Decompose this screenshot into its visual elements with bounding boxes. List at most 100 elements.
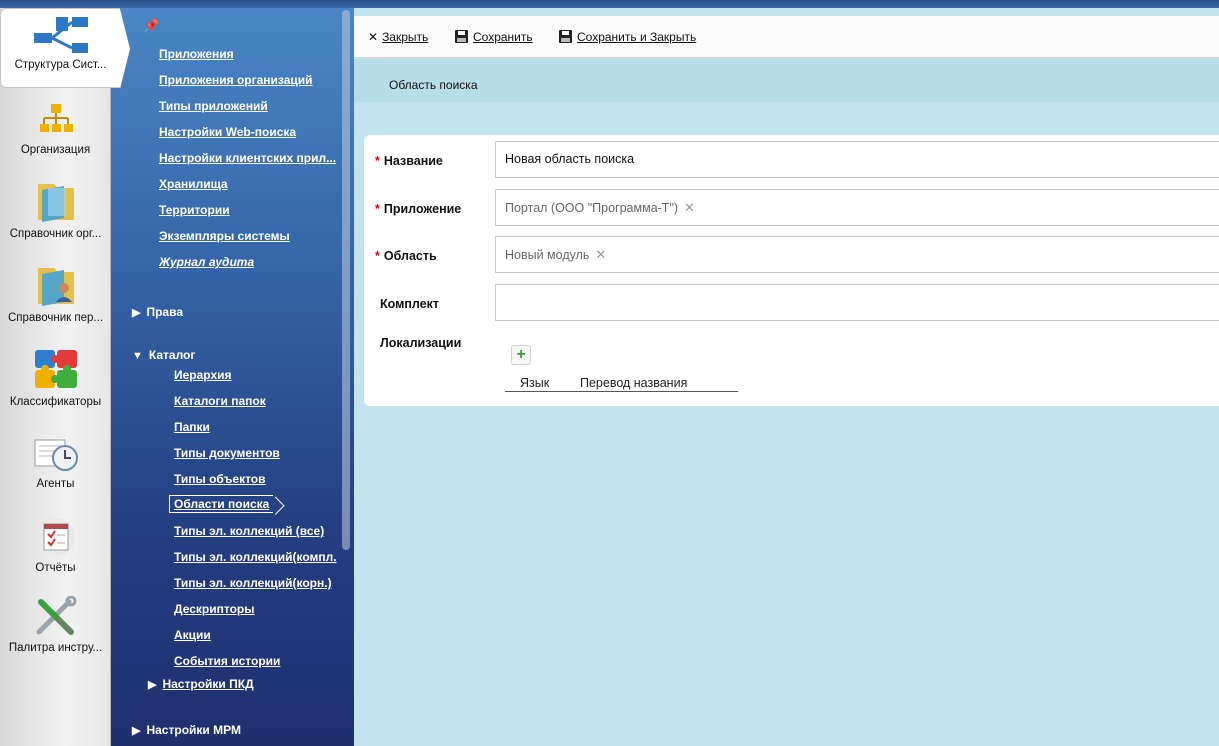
add-localization-button[interactable]: + bbox=[511, 345, 531, 365]
application-chip: Портал (ООО "Программа-Т") ✕ bbox=[505, 200, 695, 215]
nav-link-collection-types-all[interactable]: Типы эл. коллекций (все) bbox=[174, 524, 324, 538]
rail-item-system-structure[interactable]: Структура Сист... bbox=[0, 8, 130, 89]
collapse-arrow-icon: ▼ bbox=[132, 350, 143, 362]
search-area-form: * Название Новая область поиска * Приложен… bbox=[364, 135, 1219, 406]
column-header-language[interactable]: Язык bbox=[520, 376, 549, 390]
rail-item-label: Структура Сист... bbox=[14, 59, 107, 71]
personnel-directory-icon bbox=[37, 268, 74, 306]
rail-item-org-directory[interactable]: Справочник орг... bbox=[0, 178, 111, 240]
application-label-text: Приложение bbox=[383, 202, 462, 216]
area-chip: Новый модуль ✕ bbox=[505, 247, 606, 262]
main-panel: ✕ Закрыть Сохранить Сохранить и Закрыть О… bbox=[354, 8, 1219, 746]
localizations-label: Локализации bbox=[380, 336, 462, 350]
system-structure-icon bbox=[33, 17, 88, 53]
floppy-disk-icon bbox=[455, 30, 468, 43]
kit-label: Комплект bbox=[380, 297, 440, 311]
nav-link-hierarchy[interactable]: Иерархия bbox=[174, 368, 232, 382]
name-label: * Название bbox=[375, 154, 443, 168]
agents-icon bbox=[34, 439, 78, 471]
nav-section-pkd-settings[interactable]: ▶ Настройки ПКД bbox=[148, 677, 254, 691]
area-field[interactable]: Новый модуль ✕ bbox=[495, 236, 1219, 273]
kit-field[interactable] bbox=[495, 284, 1219, 321]
nav-link-org-applications[interactable]: Приложения организаций bbox=[159, 73, 313, 87]
application-chip-text: Портал (ООО "Программа-Т") bbox=[505, 201, 679, 215]
close-button[interactable]: ✕ Закрыть bbox=[368, 30, 428, 44]
expand-arrow-icon: ▶ bbox=[132, 725, 141, 737]
required-marker: * bbox=[375, 249, 380, 263]
nav-section-mrm-settings[interactable]: ▶ Настройки МРМ bbox=[132, 723, 241, 737]
name-label-text: Название bbox=[383, 154, 443, 168]
nav-link-client-app-settings[interactable]: Настройки клиентских прил... bbox=[159, 151, 336, 165]
classifiers-icon bbox=[34, 350, 77, 388]
rail-item-label: Агенты bbox=[36, 478, 75, 490]
localizations-table-header: Язык Перевод названия bbox=[505, 376, 738, 392]
close-button-label: Закрыть bbox=[382, 30, 429, 44]
rail-item-label: Справочник орг... bbox=[9, 228, 102, 240]
nav-section-label: Настройки ПКД bbox=[162, 677, 254, 691]
rail-item-label: Отчёты bbox=[35, 562, 76, 574]
application-field[interactable]: Портал (ООО "Программа-Т") ✕ bbox=[495, 189, 1219, 226]
organization-icon bbox=[39, 104, 73, 132]
nav-link-search-areas[interactable]: Области поиска bbox=[169, 495, 274, 513]
area-label: * Область bbox=[375, 249, 437, 263]
breadcrumb-band bbox=[354, 59, 1219, 102]
breadcrumb: Область поиска bbox=[389, 78, 478, 92]
nav-link-document-types[interactable]: Типы документов bbox=[174, 446, 280, 460]
nav-link-collection-types-root[interactable]: Типы эл. коллекций(корн.) bbox=[174, 576, 332, 590]
rail-item-agents[interactable]: Агенты bbox=[0, 434, 111, 490]
required-marker: * bbox=[375, 202, 380, 216]
nav-section-label: Настройки МРМ bbox=[146, 723, 241, 737]
required-marker: * bbox=[375, 154, 380, 168]
close-icon: ✕ bbox=[368, 30, 379, 44]
nav-scrollbar[interactable] bbox=[342, 10, 350, 550]
pin-icon[interactable]: 📌 bbox=[143, 18, 159, 34]
expand-arrow-icon: ▶ bbox=[132, 307, 141, 319]
module-rail: Структура Сист... Организация Справочник… bbox=[0, 8, 130, 746]
rail-item-reports[interactable]: Отчёты bbox=[0, 516, 111, 574]
rail-item-tools-palette[interactable]: Палитра инстру... bbox=[0, 596, 111, 654]
nav-link-system-instances[interactable]: Экземпляры системы bbox=[159, 229, 290, 243]
nav-link-folders[interactable]: Папки bbox=[174, 420, 210, 434]
nav-link-object-types[interactable]: Типы объектов bbox=[174, 472, 266, 486]
nav-link-storages[interactable]: Хранилища bbox=[159, 177, 228, 191]
nav-link-collection-types-kit[interactable]: Типы эл. коллекций(компл. bbox=[174, 550, 337, 564]
name-field[interactable]: Новая область поиска bbox=[495, 141, 1219, 178]
column-header-translation[interactable]: Перевод названия bbox=[580, 376, 687, 390]
rail-item-label: Палитра инстру... bbox=[8, 642, 103, 654]
save-and-close-button[interactable]: Сохранить и Закрыть bbox=[559, 30, 696, 44]
rail-item-label: Справочник пер... bbox=[7, 312, 104, 324]
nav-link-history-events[interactable]: События истории bbox=[174, 654, 280, 668]
remove-icon[interactable]: ✕ bbox=[595, 247, 606, 262]
nav-link-actions[interactable]: Акции bbox=[174, 628, 211, 642]
toolbar: ✕ Закрыть Сохранить Сохранить и Закрыть bbox=[354, 16, 1219, 58]
rail-item-label: Организация bbox=[20, 144, 91, 156]
plus-icon: + bbox=[516, 346, 526, 363]
nav-link-territories[interactable]: Территории bbox=[159, 203, 230, 217]
save-button-label: Сохранить bbox=[473, 30, 533, 44]
nav-link-applications[interactable]: Приложения bbox=[159, 47, 234, 61]
area-chip-text: Новый модуль bbox=[505, 248, 590, 262]
remove-icon[interactable]: ✕ bbox=[684, 200, 695, 215]
nav-link-application-types[interactable]: Типы приложений bbox=[159, 99, 268, 113]
nav-link-audit-log[interactable]: Журнал аудита bbox=[159, 255, 254, 269]
rail-item-label: Классификаторы bbox=[9, 396, 102, 408]
nav-tree: 📌 Приложения Приложения организаций Типы… bbox=[111, 8, 354, 746]
nav-section-catalog[interactable]: ▼ Каталог bbox=[132, 348, 195, 362]
expand-arrow-icon: ▶ bbox=[148, 679, 157, 691]
nav-section-rights[interactable]: ▶ Права bbox=[132, 305, 183, 319]
rail-item-classifiers[interactable]: Классификаторы bbox=[0, 346, 111, 408]
top-bar bbox=[0, 0, 1219, 8]
save-and-close-button-label: Сохранить и Закрыть bbox=[577, 30, 697, 44]
nav-link-web-search-settings[interactable]: Настройки Web-поиска bbox=[159, 125, 296, 139]
rail-item-organization[interactable]: Организация bbox=[0, 100, 111, 156]
rail-item-personnel-directory[interactable]: Справочник пер... bbox=[0, 262, 111, 324]
application-label: * Приложение bbox=[375, 202, 461, 216]
nav-link-descriptors[interactable]: Дескрипторы bbox=[174, 602, 254, 616]
org-directory-icon bbox=[37, 184, 74, 222]
nav-section-label: Права bbox=[146, 305, 183, 319]
nav-section-label: Каталог bbox=[148, 348, 196, 362]
reports-icon bbox=[36, 518, 75, 556]
nav-link-folder-catalogs[interactable]: Каталоги папок bbox=[174, 394, 266, 408]
floppy-disk-icon bbox=[559, 30, 572, 43]
save-button[interactable]: Сохранить bbox=[455, 30, 533, 44]
